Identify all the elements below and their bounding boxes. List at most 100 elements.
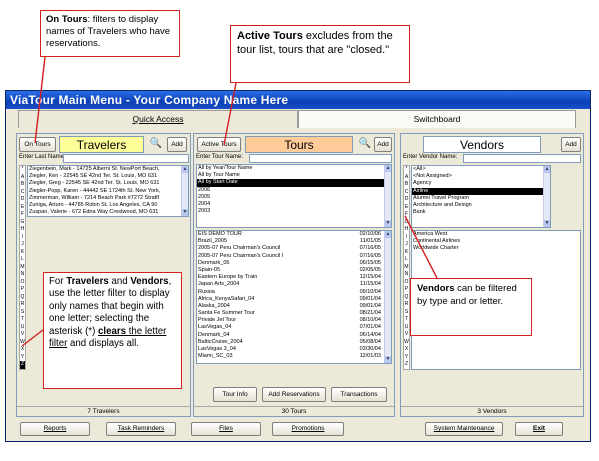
letter-filter-q[interactable]: Q: [404, 294, 409, 302]
letter-filter-h[interactable]: H: [20, 226, 25, 234]
binoculars-icon[interactable]: 🔍: [149, 137, 163, 151]
letter-filter-x[interactable]: X: [20, 346, 25, 354]
tour-filter-option[interactable]: 2004: [197, 201, 391, 208]
letter-filter-a[interactable]: A: [20, 174, 25, 182]
letter-filter-r[interactable]: R: [20, 301, 25, 309]
tour-filter-option[interactable]: All by Start Date: [197, 179, 391, 187]
letter-filter-a[interactable]: A: [404, 174, 409, 182]
letter-filter-l[interactable]: L: [404, 256, 409, 264]
tab-switchboard[interactable]: Switchboard: [298, 110, 576, 128]
letter-filter-f[interactable]: F: [404, 211, 409, 219]
table-row[interactable]: Santa Fe Summer Tour 08/21/04: [197, 310, 391, 317]
letter-filter-s[interactable]: S: [404, 309, 409, 317]
tour-filter-option[interactable]: 2005: [197, 194, 391, 201]
tour-filter-option[interactable]: 2003: [197, 208, 391, 215]
table-row[interactable]: Spain-05 02/05/05: [197, 267, 391, 274]
letter-filter-q[interactable]: Q: [20, 294, 25, 302]
letter-filter-t[interactable]: T: [20, 316, 25, 324]
traveler-search-input[interactable]: [63, 154, 189, 163]
table-row[interactable]: Miami_SC_03 12/01/03: [197, 353, 391, 360]
table-row[interactable]: 2005-07 Peru Chairman's Council I 07/16/0…: [197, 253, 391, 260]
letter-filter-i[interactable]: I: [404, 234, 409, 242]
letter-filter-n[interactable]: N: [404, 271, 409, 279]
add-traveler-button[interactable]: Add: [167, 137, 187, 152]
letter-filter-i[interactable]: I: [20, 234, 25, 242]
promotions-button[interactable]: Promotions: [272, 422, 344, 436]
list-item[interactable]: Zuniga, Arturo - 44785 Robin St. Los Ang…: [28, 202, 188, 209]
add-reservations-button[interactable]: Add Reservations: [262, 387, 326, 402]
scroll-up-icon[interactable]: ▲: [385, 231, 391, 238]
files-button[interactable]: Files: [191, 422, 261, 436]
letter-filter-v[interactable]: V: [404, 331, 409, 339]
list-item[interactable]: Ziegenbein, Mark - 14725 Alberni St. New…: [28, 166, 188, 173]
vendor-type-list[interactable]: <All> <Not Assigned> Agency Airline Alumni T…: [411, 165, 551, 228]
table-row[interactable]: BalticCruise_2004 05/08/04: [197, 339, 391, 346]
vendor-type-option[interactable]: Alumni Travel Program: [412, 195, 550, 202]
letter-filter-e[interactable]: E: [404, 204, 409, 212]
letter-filter-d[interactable]: D: [20, 196, 25, 204]
letter-filter-z[interactable]: Z: [20, 361, 25, 369]
tour-search-input[interactable]: [249, 154, 392, 163]
tour-filter-list[interactable]: All by Year/Tour Name All by Tour Name All…: [196, 164, 392, 228]
letter-filter-b[interactable]: B: [20, 181, 25, 189]
letter-filter-u[interactable]: U: [20, 324, 25, 332]
letter-filter-l[interactable]: L: [20, 256, 25, 264]
add-vendor-button[interactable]: Add: [561, 137, 581, 152]
letter-filter-j[interactable]: J: [20, 241, 25, 249]
binoculars-icon[interactable]: 🔍: [358, 137, 372, 151]
letter-filter-n[interactable]: N: [20, 271, 25, 279]
letter-filter-all[interactable]: *: [20, 166, 25, 174]
reports-button[interactable]: Reports: [20, 422, 90, 436]
scroll-up-icon[interactable]: ▲: [385, 165, 391, 172]
table-row[interactable]: Denmark_05 06/15/05: [197, 260, 391, 267]
table-row[interactable]: Africa_KenyaSafari_04 09/01/04: [197, 296, 391, 303]
table-row[interactable]: Denmark_04 06/14/04: [197, 332, 391, 339]
scrollbar[interactable]: ▲ ▼: [543, 166, 550, 227]
list-item[interactable]: Ziegler, Ken - 22545 SE 42nd Ter. St. Lo…: [28, 173, 188, 180]
vendor-type-option[interactable]: Airline: [412, 187, 550, 195]
letter-filter-p[interactable]: P: [404, 286, 409, 294]
letter-filter-o[interactable]: O: [20, 279, 25, 287]
letter-filter-y[interactable]: Y: [404, 354, 409, 362]
scroll-up-icon[interactable]: ▲: [544, 166, 550, 173]
tour-info-button[interactable]: Tour Info: [213, 387, 257, 402]
letter-filter-o[interactable]: O: [404, 279, 409, 287]
vendor-type-option[interactable]: <Not Assigned>: [412, 173, 550, 180]
letter-filter-all[interactable]: *: [404, 166, 409, 174]
table-row[interactable]: 2005-07 Peru Chairman's Council 07/16/05: [197, 245, 391, 252]
scrollbar[interactable]: ▲ ▼: [181, 166, 188, 216]
letter-filter[interactable]: * A B C D E F G H I J K L M N O P Q R S T U V W X Y Z: [19, 165, 26, 370]
scroll-down-icon[interactable]: ▼: [385, 356, 391, 363]
letter-filter-c[interactable]: C: [404, 189, 409, 197]
letter-filter-c[interactable]: C: [20, 189, 25, 197]
letter-filter-m[interactable]: M: [404, 264, 409, 272]
letter-filter-y[interactable]: Y: [20, 354, 25, 362]
list-item[interactable]: Worldwide Charter: [412, 245, 580, 252]
letter-filter-t[interactable]: T: [404, 316, 409, 324]
list-item[interactable]: Ziegler, Greg - 22545 SE 42nd Ter. St. L…: [28, 180, 188, 187]
letter-filter-w[interactable]: W: [404, 339, 409, 347]
active-tours-button[interactable]: Active Tours: [197, 137, 241, 152]
list-item[interactable]: Zuspan, Valerie - 672 Edna Way Crestwood…: [28, 209, 188, 216]
letter-filter-v[interactable]: V: [20, 331, 25, 339]
task-reminders-button[interactable]: Task Reminders: [106, 422, 176, 436]
letter-filter-z[interactable]: Z: [404, 361, 409, 369]
scroll-up-icon[interactable]: ▲: [182, 166, 188, 173]
system-maintenance-button[interactable]: System Maintenance: [425, 422, 503, 436]
letter-filter[interactable]: * A B C D E F G H I J K L M N O P Q R S T U V W X Y Z: [403, 165, 410, 370]
letter-filter-j[interactable]: J: [404, 241, 409, 249]
table-row[interactable]: Brazil_2005 11/01/05: [197, 238, 391, 245]
table-row[interactable]: Eastern Europe by Train 12/15/04: [197, 274, 391, 281]
travelers-list[interactable]: Ziegenbein, Mark - 14725 Alberni St. New…: [27, 165, 189, 217]
scroll-down-icon[interactable]: ▼: [544, 220, 550, 227]
letter-filter-b[interactable]: B: [404, 181, 409, 189]
scroll-down-icon[interactable]: ▼: [385, 220, 391, 227]
letter-filter-d[interactable]: D: [404, 196, 409, 204]
scrollbar[interactable]: ▲ ▼: [384, 165, 391, 227]
letter-filter-s[interactable]: S: [20, 309, 25, 317]
on-tours-button[interactable]: On Tours: [19, 137, 56, 152]
letter-filter-k[interactable]: K: [404, 249, 409, 257]
vendor-type-option[interactable]: Agency: [412, 180, 550, 187]
table-row[interactable]: LasVegas_04 07/01/04: [197, 324, 391, 331]
letter-filter-e[interactable]: E: [20, 204, 25, 212]
